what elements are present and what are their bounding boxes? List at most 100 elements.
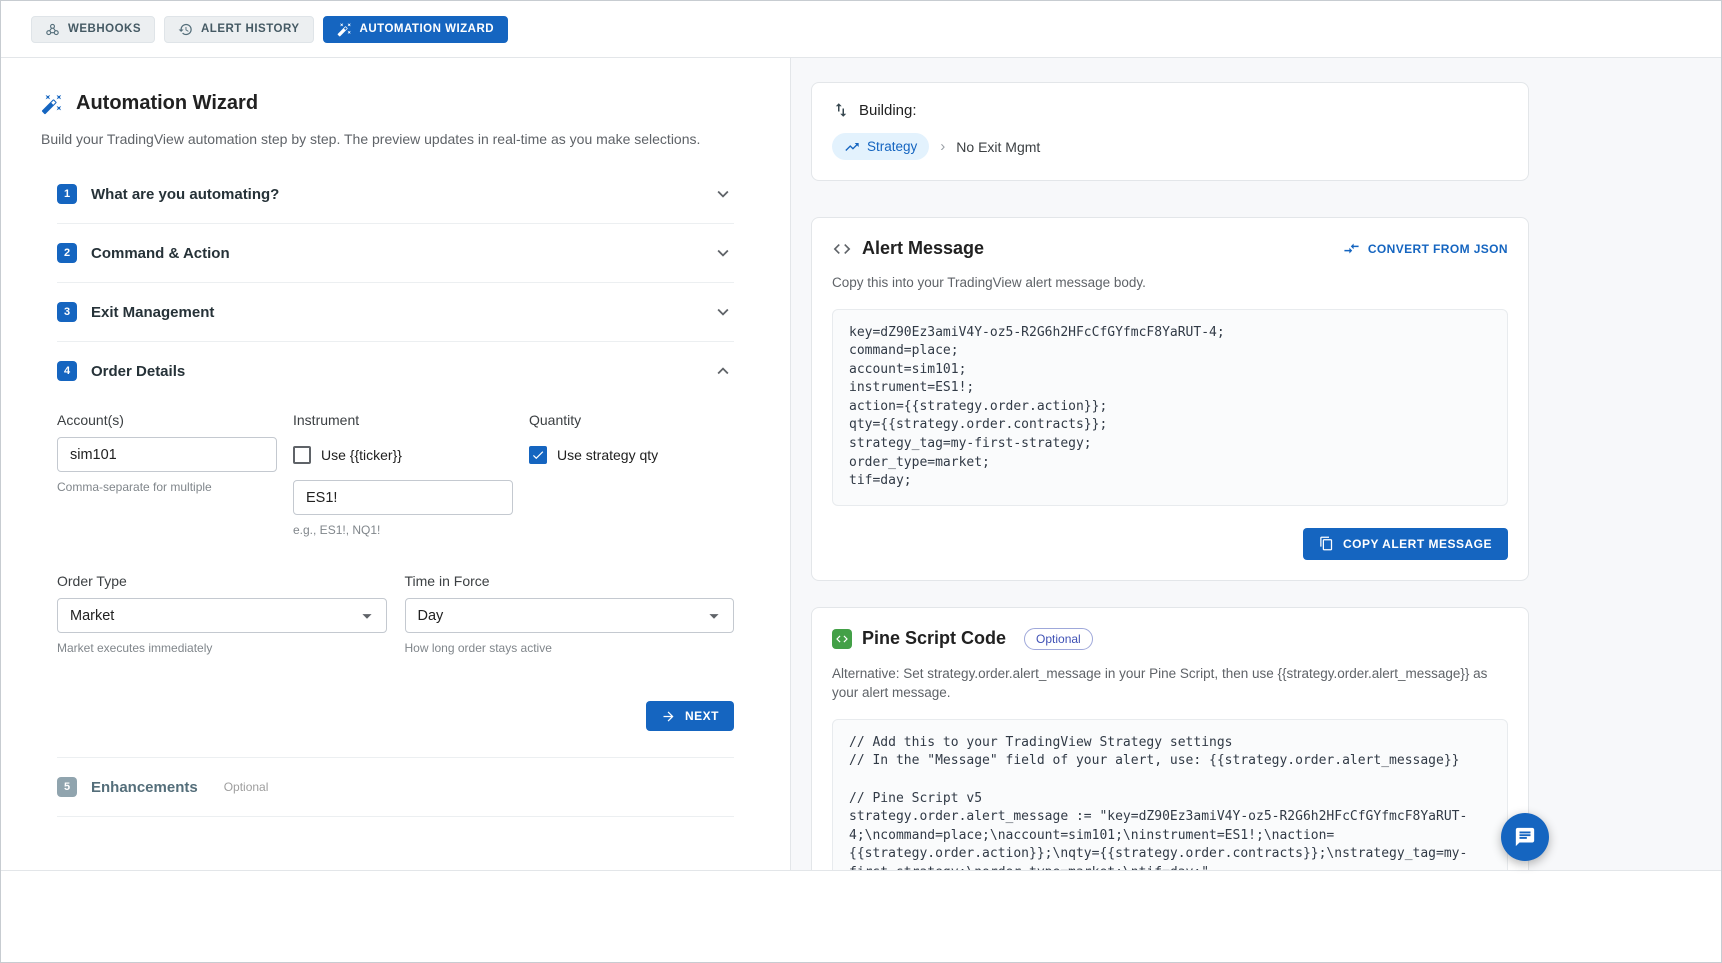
copy-alert-message-button[interactable]: COPY ALERT MESSAGE xyxy=(1303,528,1508,560)
pine-script-icon xyxy=(832,629,852,649)
arrow-forward-icon xyxy=(661,709,676,724)
time-in-force-label: Time in Force xyxy=(405,573,735,589)
quantity-label: Quantity xyxy=(529,412,734,428)
accounts-label: Account(s) xyxy=(57,412,277,428)
history-icon xyxy=(178,22,193,37)
step-1-header[interactable]: 1 What are you automating? xyxy=(57,165,734,223)
tab-webhooks[interactable]: WEBHOOKS xyxy=(31,16,155,43)
app-window: WEBHOOKS ALERT HISTORY AUTOMATION WIZARD… xyxy=(0,0,1722,963)
chevron-down-icon xyxy=(712,242,734,264)
pine-script-title: Pine Script Code xyxy=(862,628,1006,649)
step-number-badge: 1 xyxy=(57,184,77,204)
next-button[interactable]: NEXT xyxy=(646,701,734,731)
wand-icon xyxy=(41,93,63,115)
step-label: Order Details xyxy=(91,363,185,380)
strategy-chip-label: Strategy xyxy=(867,139,917,154)
order-details-form: Account(s) Comma-separate for multiple I… xyxy=(57,400,734,757)
chevron-down-icon xyxy=(712,301,734,323)
page-title: Automation Wizard xyxy=(76,92,258,115)
top-navigation: WEBHOOKS ALERT HISTORY AUTOMATION WIZARD xyxy=(1,1,1721,58)
accounts-input[interactable] xyxy=(57,437,277,472)
order-type-field-group: Order Type Market Market executes immedi… xyxy=(57,573,387,655)
pine-script-card: Pine Script Code Optional Alternative: S… xyxy=(811,607,1529,870)
step-5: 5 Enhancements Optional xyxy=(57,758,734,817)
copy-button-label: COPY ALERT MESSAGE xyxy=(1343,537,1492,551)
use-ticker-checkbox[interactable]: Use {{ticker}} xyxy=(293,437,513,472)
step-1: 1 What are you automating? xyxy=(57,165,734,224)
instrument-field-group: Instrument Use {{ticker}} e.g., ES1!, NQ… xyxy=(293,412,513,537)
alert-message-description: Copy this into your TradingView alert me… xyxy=(832,273,1508,293)
step-number-badge: 2 xyxy=(57,243,77,263)
step-2: 2 Command & Action xyxy=(57,224,734,283)
checkbox-unchecked-icon xyxy=(293,446,311,464)
alert-message-code: key=dZ90Ez3amiV4Y-oz5-R2G6h2HFcCfGYfmcF8… xyxy=(832,309,1508,506)
instrument-input[interactable] xyxy=(293,480,513,515)
order-type-label: Order Type xyxy=(57,573,387,589)
wand-icon xyxy=(337,22,352,37)
step-number-badge: 3 xyxy=(57,302,77,322)
time-in-force-value: Day xyxy=(418,608,444,624)
strategy-chip: Strategy xyxy=(832,133,929,160)
tab-label: WEBHOOKS xyxy=(68,23,141,35)
import-export-icon xyxy=(832,101,850,119)
step-number-badge: 5 xyxy=(57,777,77,797)
accounts-field-group: Account(s) Comma-separate for multiple xyxy=(57,412,277,537)
pine-script-description: Alternative: Set strategy.order.alert_me… xyxy=(832,664,1508,703)
dropdown-caret-icon xyxy=(356,605,378,627)
step-4: 4 Order Details Account(s) Comma xyxy=(57,342,734,758)
webhook-icon xyxy=(45,22,60,37)
step-label: Command & Action xyxy=(91,245,230,262)
time-in-force-field-group: Time in Force Day How long order stays a… xyxy=(405,573,735,655)
step-number-badge: 4 xyxy=(57,361,77,381)
instrument-help-text: e.g., ES1!, NQ1! xyxy=(293,523,513,537)
chevron-down-icon xyxy=(712,183,734,205)
order-type-select[interactable]: Market xyxy=(57,598,387,633)
alert-message-title: Alert Message xyxy=(862,238,984,259)
use-ticker-label: Use {{ticker}} xyxy=(321,447,402,463)
step-label: Exit Management xyxy=(91,304,214,321)
step-3-header[interactable]: 3 Exit Management xyxy=(57,283,734,341)
convert-from-json-link[interactable]: CONVERT FROM JSON xyxy=(1343,240,1508,257)
time-in-force-help-text: How long order stays active xyxy=(405,641,735,655)
checkbox-checked-icon xyxy=(529,446,547,464)
tab-alert-history[interactable]: ALERT HISTORY xyxy=(164,16,314,43)
chevron-up-icon xyxy=(712,360,734,382)
optional-tag: Optional xyxy=(224,780,269,794)
step-label: Enhancements xyxy=(91,779,198,796)
tab-label: AUTOMATION WIZARD xyxy=(360,23,495,35)
main-content: Automation Wizard Build your TradingView… xyxy=(1,58,1721,871)
chat-icon xyxy=(1514,826,1536,848)
wizard-header: Automation Wizard xyxy=(41,92,750,115)
order-type-help-text: Market executes immediately xyxy=(57,641,387,655)
breadcrumb-separator: › xyxy=(940,138,945,155)
page-subtitle: Build your TradingView automation step b… xyxy=(41,131,750,147)
next-button-label: NEXT xyxy=(685,709,719,723)
wizard-panel: Automation Wizard Build your TradingView… xyxy=(1,58,791,870)
copy-icon xyxy=(1319,536,1334,551)
exit-mgmt-text: No Exit Mgmt xyxy=(956,139,1040,155)
code-icon xyxy=(832,239,852,259)
use-strategy-qty-checkbox[interactable]: Use strategy qty xyxy=(529,437,734,472)
optional-badge: Optional xyxy=(1024,628,1093,650)
tab-automation-wizard[interactable]: AUTOMATION WIZARD xyxy=(323,16,509,43)
trending-up-icon xyxy=(844,139,860,155)
chat-fab-button[interactable] xyxy=(1501,813,1549,861)
wizard-steps: 1 What are you automating? 2 Command & A… xyxy=(41,165,750,817)
step-label: What are you automating? xyxy=(91,186,279,203)
quantity-field-group: Quantity Use strategy qty xyxy=(529,412,734,537)
accounts-help-text: Comma-separate for multiple xyxy=(57,480,277,494)
step-5-header[interactable]: 5 Enhancements Optional xyxy=(57,758,734,816)
step-3: 3 Exit Management xyxy=(57,283,734,342)
dropdown-caret-icon xyxy=(703,605,725,627)
time-in-force-select[interactable]: Day xyxy=(405,598,735,633)
building-card: Building: Strategy › No Exit Mgmt xyxy=(811,82,1529,181)
step-2-header[interactable]: 2 Command & Action xyxy=(57,224,734,282)
step-4-header[interactable]: 4 Order Details xyxy=(57,342,734,400)
compare-arrows-icon xyxy=(1343,240,1360,257)
use-strategy-qty-label: Use strategy qty xyxy=(557,447,658,463)
order-type-value: Market xyxy=(70,608,114,624)
pine-script-code: // Add this to your TradingView Strategy… xyxy=(832,719,1508,870)
building-label: Building: xyxy=(859,102,917,119)
tab-label: ALERT HISTORY xyxy=(201,23,300,35)
instrument-label: Instrument xyxy=(293,412,513,428)
